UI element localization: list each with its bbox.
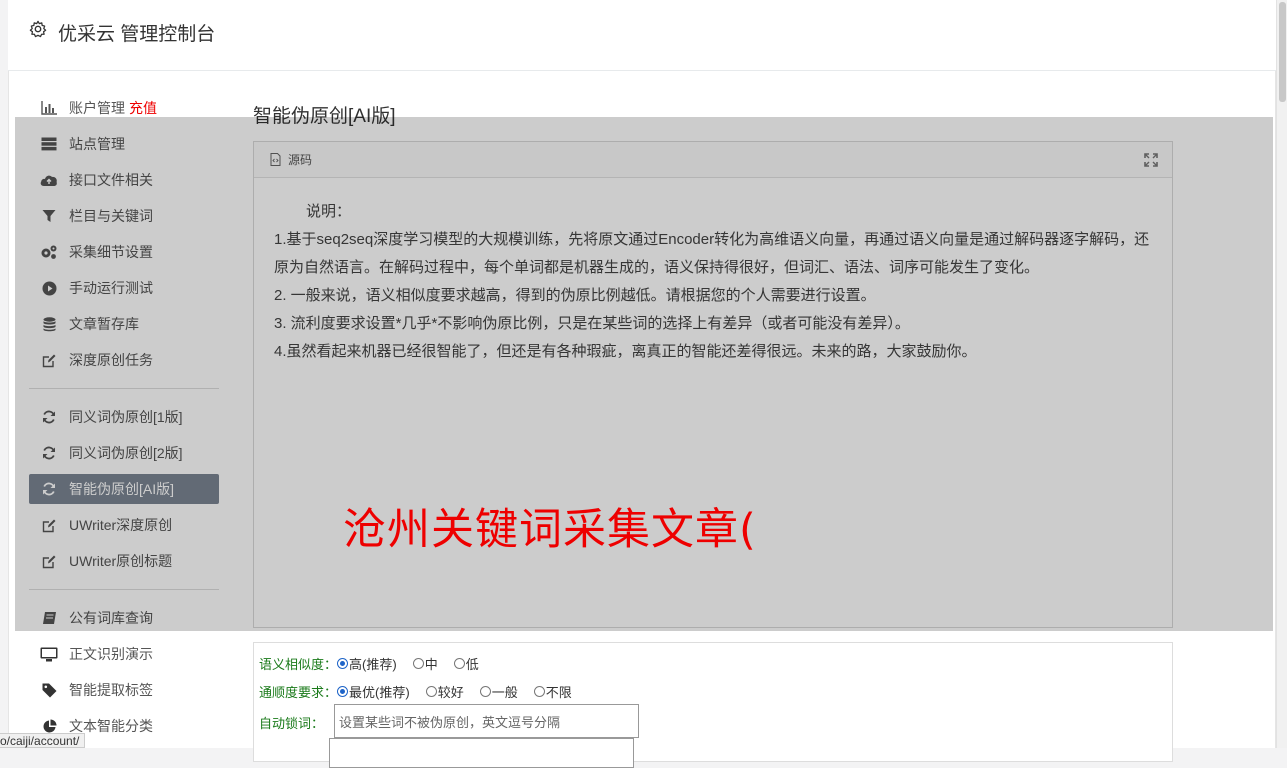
page-scrollbar[interactable]	[1276, 0, 1287, 748]
sidebar-item-label: 账户管理	[69, 100, 125, 116]
fluency-label: 通顺度要求：	[259, 685, 338, 700]
fluency-row: 通顺度要求： 最优(推荐) 较好 一般 不限	[259, 682, 588, 701]
lock-label: 自动锁词：	[259, 716, 325, 731]
recharge-link[interactable]: 充值	[129, 98, 157, 118]
sidebar-item-label: 正文识别演示	[69, 646, 153, 662]
similarity-option-low[interactable]: 低	[453, 654, 479, 673]
option-label: 最优(推荐)	[349, 685, 410, 700]
overlay-ad-text: 沧州关键词采集文章(	[343, 505, 757, 555]
sidebar-item-smart-tags[interactable]: 智能提取标签	[29, 672, 219, 708]
similarity-row: 语义相似度： 高(推荐) 中 低	[259, 654, 495, 673]
desktop-icon	[40, 645, 58, 663]
similarity-option-high[interactable]: 高(推荐)	[337, 654, 397, 673]
sidebar-item-body-recognition[interactable]: 正文识别演示	[29, 636, 219, 672]
sidebar-item-label: 智能提取标签	[69, 682, 153, 698]
app-title: 优采云 管理控制台	[58, 24, 216, 45]
similarity-label: 语义相似度：	[259, 657, 338, 672]
option-label: 不限	[545, 685, 572, 700]
options-form: 语义相似度： 高(推荐) 中 低 通顺度要求： 最优(推荐) 较好 一般 不限 …	[253, 642, 1173, 768]
lock-words-input[interactable]: 设置某些词不被伪原创，英文逗号分隔	[334, 704, 639, 738]
status-bar-url: o/caiji/account/	[0, 733, 86, 748]
radio-button[interactable]	[453, 658, 465, 669]
option-label: 较好	[437, 685, 464, 700]
fluency-option-good[interactable]: 较好	[425, 682, 464, 701]
radio-button[interactable]	[479, 686, 491, 697]
option-label: 一般	[491, 685, 518, 700]
top-header: 优采云 管理控制台	[8, 0, 1276, 71]
bar-chart-icon	[40, 99, 58, 117]
fluency-option-best[interactable]: 最优(推荐)	[337, 682, 410, 701]
gear-icon	[29, 20, 47, 38]
option-label: 高(推荐)	[349, 657, 397, 672]
option-label: 中	[424, 657, 438, 672]
radio-button[interactable]	[533, 686, 545, 697]
option-label: 低	[465, 657, 479, 672]
radio-button[interactable]	[425, 686, 437, 697]
radio-button[interactable]	[337, 658, 349, 669]
similarity-option-medium[interactable]: 中	[412, 654, 438, 673]
radio-button[interactable]	[337, 686, 349, 697]
scrollbar-thumb[interactable]	[1279, 2, 1286, 102]
fluency-option-any[interactable]: 不限	[533, 682, 572, 701]
fluency-option-normal[interactable]: 一般	[479, 682, 518, 701]
radio-button[interactable]	[412, 658, 424, 669]
tag-icon	[40, 681, 58, 699]
lock-row: 自动锁词： 设置某些词不被伪原创，英文逗号分隔	[259, 704, 639, 738]
extra-input[interactable]	[329, 738, 634, 768]
